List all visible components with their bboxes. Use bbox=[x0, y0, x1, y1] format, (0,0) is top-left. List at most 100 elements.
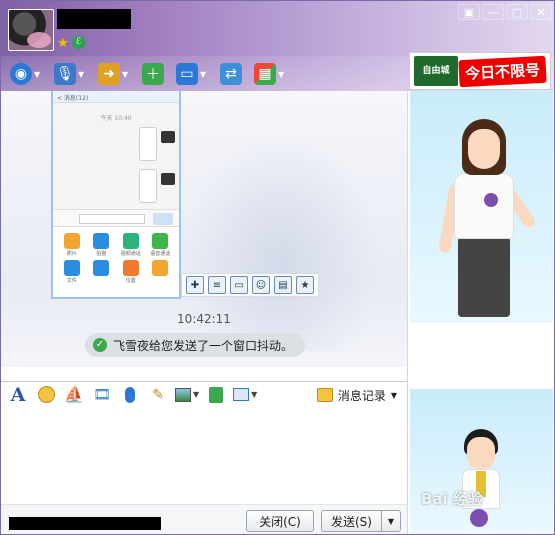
message-history-button[interactable]: 消息记录 ▼ bbox=[316, 385, 397, 405]
app-center-icon: ▦ bbox=[254, 63, 276, 85]
emoji-icon bbox=[37, 386, 55, 403]
app-center-button[interactable]: ▦ ▼ bbox=[251, 61, 289, 87]
top-ad-banner[interactable]: 自由城 今日不限号 bbox=[409, 52, 551, 90]
location-icon bbox=[122, 260, 139, 276]
history-label: 消息记录 bbox=[337, 388, 386, 403]
window-menu-button[interactable]: ▣ bbox=[458, 4, 480, 20]
photo-icon bbox=[63, 233, 80, 249]
gift-icon bbox=[209, 386, 224, 403]
voice-message-button[interactable] bbox=[119, 384, 141, 406]
phone-avatar bbox=[161, 131, 175, 143]
create-group-icon: ＋ bbox=[142, 63, 164, 85]
contact-name-redacted bbox=[57, 9, 131, 29]
file-transfer-icon: ➜ bbox=[98, 63, 120, 85]
note-icon: ✎ bbox=[152, 386, 164, 403]
close-button[interactable]: 关闭(C) bbox=[246, 510, 314, 532]
phone-app bbox=[146, 260, 176, 283]
message-time: 10:42:11 bbox=[177, 312, 231, 326]
bottom-ad-redacted bbox=[9, 517, 161, 530]
received-screenshot-image[interactable]: < 消息(12) 今天 10:40 照片 拍摄 视频通话 语音通话 文件 位置 bbox=[51, 91, 181, 299]
my-avatar-show bbox=[456, 429, 506, 534]
phone-send-button bbox=[153, 213, 173, 225]
qzone-icon[interactable]: ℰ bbox=[72, 36, 85, 49]
maximize-button[interactable]: □ bbox=[506, 4, 528, 20]
star-icon[interactable]: ★ bbox=[57, 36, 69, 51]
contact-avatar-show bbox=[438, 111, 538, 317]
send-button[interactable]: 发送(S) bbox=[321, 510, 381, 532]
chat-window: ★ ℰ ▣ — □ ✕ ◉ ▼ 🎙 ▼ ➜ ▼ ＋ ▭ ▼ ⇄ ▦ ▼ 自由城 … bbox=[0, 0, 555, 535]
bottom-bar: 关闭(C) 发送(S) ▼ bbox=[1, 504, 407, 534]
phone-input-field bbox=[79, 214, 145, 224]
video-call-icon: ◉ bbox=[10, 63, 32, 85]
shake-notice: ✓ 飞雪夜给您发送了一个窗口抖动。 bbox=[85, 333, 306, 357]
phone-chat-time: 今天 10:40 bbox=[100, 115, 132, 122]
phone-chat-area: 今天 10:40 bbox=[53, 103, 179, 209]
screen-icon bbox=[233, 388, 250, 401]
film-icon: 🎞 bbox=[93, 386, 111, 403]
phone-app: 文件 bbox=[57, 260, 87, 284]
more-icon bbox=[152, 260, 169, 276]
contact-show-image[interactable] bbox=[410, 91, 553, 323]
check-icon: ✓ bbox=[93, 338, 107, 352]
image-hover-toolbar: ✚ ≡ ▭ ☺ ▤ ★ bbox=[181, 273, 319, 297]
font-button[interactable]: A bbox=[7, 384, 29, 406]
shake-notice-text: 飞雪夜给您发送了一个窗口抖动。 bbox=[113, 338, 294, 353]
phone-top-bar: < 消息(12) bbox=[53, 91, 179, 103]
send-image-button[interactable]: ▼ bbox=[175, 384, 199, 406]
remote-desktop-button[interactable]: ▭ ▼ bbox=[173, 61, 211, 87]
phone-app: 语音通话 bbox=[146, 233, 176, 257]
baidu-watermark: Bai 经验 bbox=[421, 490, 483, 508]
phone-app: 照片 bbox=[57, 233, 87, 257]
ad-banner-text: 今日不限号 bbox=[458, 55, 547, 87]
file-transfer-button[interactable]: ➜ ▼ bbox=[95, 61, 133, 87]
screenshot-button[interactable]: ▼ bbox=[233, 384, 257, 406]
folder-icon bbox=[63, 260, 80, 276]
video-call-button[interactable]: ◉ ▼ bbox=[7, 61, 45, 87]
phone-app: 视频通话 bbox=[116, 233, 146, 257]
share-screen-icon: ⇄ bbox=[220, 63, 242, 85]
phone-app-grid: 照片 拍摄 视频通话 语音通话 文件 位置 bbox=[53, 227, 179, 289]
share-screen-button[interactable]: ⇄ bbox=[217, 61, 245, 87]
monitor-icon[interactable]: ▭ bbox=[230, 276, 248, 294]
document-icon[interactable]: ≡ bbox=[208, 276, 226, 294]
input-toolbar: A ⛵ 🎞 ✎ ▼ ▼ 消息记录 ▼ bbox=[1, 381, 407, 407]
mic-icon bbox=[125, 386, 135, 403]
send-options-button[interactable]: ▼ bbox=[381, 510, 401, 532]
chat-header: ★ ℰ ▣ — □ ✕ ◉ ▼ 🎙 ▼ ➜ ▼ ＋ ▭ ▼ ⇄ ▦ ▼ 自由城 … bbox=[1, 1, 554, 91]
phone-icon bbox=[152, 233, 169, 249]
gift-button[interactable] bbox=[205, 384, 227, 406]
phone-app: 位置 bbox=[116, 260, 146, 284]
chevron-down-icon[interactable]: ⌄ bbox=[389, 365, 397, 367]
voice-call-button[interactable]: 🎙 ▼ bbox=[51, 61, 89, 87]
minimize-button[interactable]: — bbox=[482, 4, 504, 20]
close-window-button[interactable]: ✕ bbox=[530, 4, 552, 20]
voice-call-icon: 🎙 bbox=[54, 63, 76, 85]
history-icon bbox=[316, 388, 333, 402]
my-show-image[interactable] bbox=[410, 389, 553, 534]
contact-avatar[interactable] bbox=[8, 9, 54, 51]
emoji-icon[interactable]: ☺ bbox=[252, 276, 270, 294]
phone-avatar bbox=[161, 173, 175, 185]
chevron-down-icon: ▼ bbox=[390, 390, 397, 400]
doodle-button[interactable]: ✎ bbox=[147, 384, 169, 406]
message-history[interactable]: < 消息(12) 今天 10:40 照片 拍摄 视频通话 语音通话 文件 位置 bbox=[1, 91, 407, 367]
video-icon bbox=[122, 233, 139, 249]
phone-bubble bbox=[139, 127, 157, 161]
image-icon[interactable]: ▤ bbox=[274, 276, 292, 294]
film-icon bbox=[93, 260, 110, 276]
window-controls: ▣ — □ ✕ bbox=[458, 4, 552, 20]
magic-expression-button[interactable]: ⛵ bbox=[63, 384, 85, 406]
phone-bubble bbox=[139, 169, 157, 203]
chat-toolbar: ◉ ▼ 🎙 ▼ ➜ ▼ ＋ ▭ ▼ ⇄ ▦ ▼ bbox=[7, 60, 289, 88]
pin-icon[interactable]: ✚ bbox=[186, 276, 204, 294]
avatar-show-panel bbox=[407, 91, 554, 534]
star-icon[interactable]: ★ bbox=[296, 276, 314, 294]
create-group-button[interactable]: ＋ bbox=[139, 61, 167, 87]
image-icon bbox=[175, 387, 191, 402]
phone-input-bar bbox=[53, 209, 179, 227]
phone-app bbox=[87, 260, 117, 283]
video-clip-button[interactable]: 🎞 bbox=[91, 384, 113, 406]
emoji-button[interactable] bbox=[35, 384, 57, 406]
message-input[interactable] bbox=[1, 408, 407, 504]
sail-icon: ⛵ bbox=[64, 385, 84, 404]
